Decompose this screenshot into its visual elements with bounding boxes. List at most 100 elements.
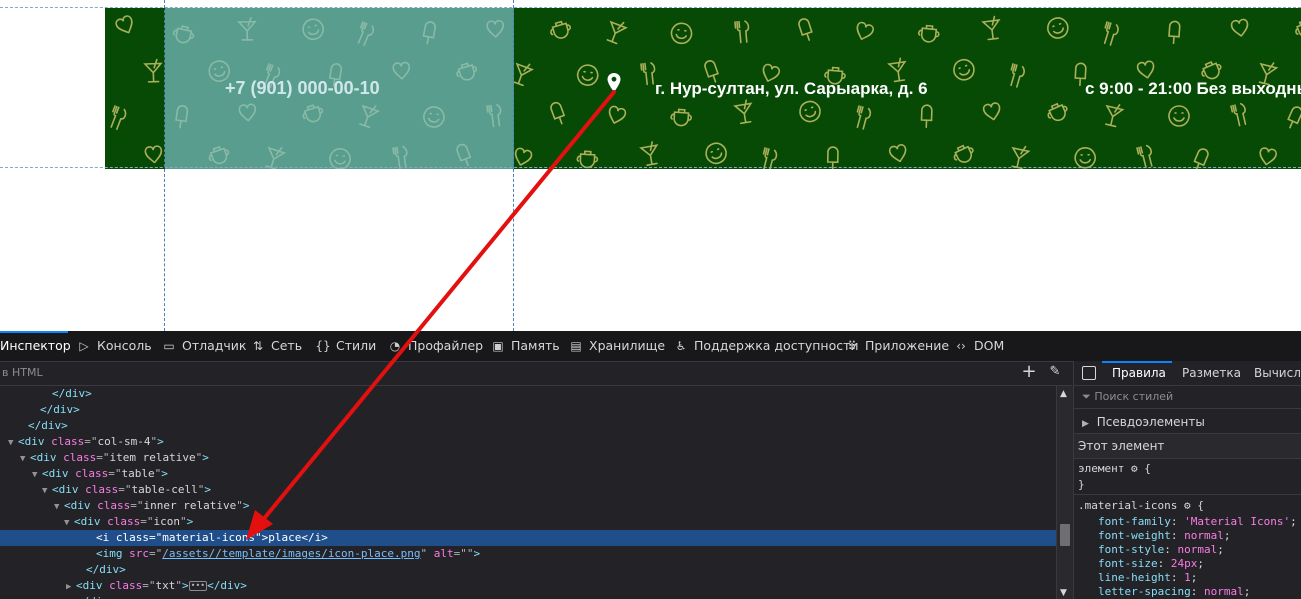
markup-scrollbar[interactable]: ▲ ▼ — [1056, 386, 1073, 599]
markup-row[interactable]: ▼ <div class="table-cell"> — [0, 482, 1056, 498]
add-node-button[interactable]: + — [1020, 363, 1038, 381]
css-declaration[interactable]: line-height: 1; — [1098, 571, 1301, 584]
semicolon: ; — [1223, 529, 1231, 542]
markup-row[interactable]: ▼ <div class="icon"> — [0, 514, 1056, 530]
guide-line-right — [513, 0, 514, 331]
quote: =" — [118, 483, 132, 496]
application-icon: ⠿ — [847, 339, 857, 353]
css-value[interactable]: normal — [1177, 543, 1217, 556]
css-value[interactable]: normal — [1184, 529, 1224, 542]
tab-console[interactable]: ▷ Консоль — [76, 331, 151, 361]
css-property[interactable]: line-height — [1098, 571, 1171, 584]
css-property[interactable]: font-style — [1098, 543, 1164, 556]
tab-profiler[interactable]: ◔ Профайлер — [387, 331, 483, 361]
tab-application[interactable]: ⠿ Приложение — [844, 331, 949, 361]
smiley-icon — [799, 100, 821, 123]
markup-row[interactable]: ▼ <div class="item relative"> — [0, 450, 1056, 466]
tag-bracket: </ — [40, 403, 54, 416]
css-value[interactable]: 24px — [1171, 557, 1198, 570]
css-declaration[interactable]: font-family: 'Material Icons'; — [1098, 515, 1301, 528]
css-declaration[interactable]: font-weight: normal; — [1098, 529, 1301, 542]
css-declaration[interactable]: letter-spacing: normal; — [1098, 585, 1301, 598]
markup-row[interactable]: <img src="/assets//template/images/icon-… — [0, 546, 1056, 562]
layout-toggle-icon[interactable] — [1082, 366, 1096, 380]
expand-arrow-icon[interactable]: ▶ — [66, 579, 76, 595]
css-declaration[interactable]: font-size: 24px; — [1098, 557, 1301, 570]
gear-icon[interactable]: ⚙ — [1131, 462, 1138, 475]
tab-storage[interactable]: ▤ Хранилище — [568, 331, 665, 361]
tab-dom[interactable]: ‹› DOM — [953, 331, 1004, 361]
markup-row[interactable]: </div> — [0, 386, 1056, 402]
sidebar-tab-layout[interactable]: Разметка — [1182, 361, 1241, 385]
markup-row[interactable]: ▼ <div class="col-sm-4"> — [0, 434, 1056, 450]
tag-name: div — [48, 467, 69, 480]
sidebar-tab-rules[interactable]: Правила — [1102, 361, 1172, 385]
attribute-name: class — [115, 531, 149, 544]
devtools-panel: Инспектор ▷ Консоль ▭ Отладчик ⇅ Сеть {} Сти… — [0, 331, 1301, 599]
eyedropper-icon[interactable]: ✎ — [1046, 364, 1064, 382]
selected-node-row[interactable]: <i class="material-icons">place</i> — [0, 530, 1056, 546]
collapse-arrow-icon[interactable]: ▼ — [64, 515, 74, 531]
ellipsis-badge[interactable]: ••• — [188, 581, 208, 591]
tag-bracket: > — [204, 483, 211, 496]
collapse-arrow-icon[interactable]: ▼ — [8, 435, 18, 451]
heart-icon — [115, 15, 133, 34]
tab-accessibility[interactable]: ♿ Поддержка доступности — [673, 331, 859, 361]
ice-cream-icon — [826, 146, 839, 169]
pseudo-elements-toggle[interactable]: ▶ Псевдоэлементы — [1074, 411, 1301, 434]
element-rule-close: } — [1078, 478, 1085, 491]
collapse-arrow-icon[interactable]: ▼ — [20, 451, 30, 467]
attribute-name: class — [109, 579, 143, 592]
semicolon: ; — [1217, 543, 1224, 556]
attribute-value: inner relative — [143, 499, 237, 512]
css-value[interactable]: 1 — [1184, 571, 1191, 584]
collapse-arrow-icon[interactable]: ▼ — [42, 483, 52, 499]
markup-row[interactable]: </div> — [0, 418, 1056, 434]
colon: : — [1170, 571, 1185, 584]
markup-row[interactable]: </div> — [0, 402, 1056, 418]
css-property[interactable]: font-size — [1098, 557, 1158, 570]
style-search-input[interactable]: Поиск стилей — [1094, 390, 1173, 403]
collapse-arrow-icon[interactable]: ▼ — [54, 499, 64, 515]
scroll-down-icon[interactable]: ▼ — [1060, 588, 1067, 598]
markup-row[interactable]: ▼ <div class="table"> — [0, 466, 1056, 482]
css-property[interactable]: font-family — [1098, 515, 1171, 528]
class-rule-selector[interactable]: .material-icons — [1078, 499, 1177, 512]
tab-label: Сеть — [271, 338, 303, 353]
scroll-up-icon[interactable]: ▲ — [1060, 389, 1067, 399]
memory-icon: ▣ — [492, 339, 504, 353]
markup-row[interactable]: </div> — [0, 562, 1056, 578]
markup-row[interactable]: </div> — [0, 594, 1056, 599]
attribute-name: class — [75, 467, 109, 480]
css-value[interactable]: normal — [1204, 585, 1244, 598]
tab-debugger[interactable]: ▭ Отладчик — [161, 331, 246, 361]
markup-row[interactable]: ▼ <div class="inner relative"> — [0, 498, 1056, 514]
sidebar-tab-computed[interactable]: Вычисле — [1254, 361, 1301, 385]
tag-name: div — [36, 451, 57, 464]
css-declaration[interactable]: font-style: normal; — [1098, 543, 1301, 556]
gear-icon[interactable]: ⚙ — [1184, 499, 1191, 512]
html-search-input[interactable]: в HTML — [2, 366, 43, 379]
scroll-thumb[interactable] — [1060, 524, 1070, 546]
tab-inspector[interactable]: Инспектор — [0, 331, 71, 361]
tab-network[interactable]: ⇅ Сеть — [250, 331, 302, 361]
storage-icon: ▤ — [570, 339, 582, 353]
element-rule: элемент ⚙ { — [1078, 462, 1151, 475]
tag-bracket: < — [42, 467, 49, 480]
teapot-icon — [550, 20, 572, 39]
tab-memory[interactable]: ▣ Память — [490, 331, 559, 361]
cocktail-icon — [639, 141, 659, 167]
css-property[interactable]: font-weight — [1098, 529, 1171, 542]
markup-row[interactable]: ▶ <div class="txt"> ••• </div> — [0, 578, 1056, 594]
tab-style-editor[interactable]: {} Стили — [315, 331, 376, 361]
phone-number[interactable]: +7 (901) 000-00-10 — [225, 78, 380, 99]
css-property[interactable]: letter-spacing — [1098, 585, 1191, 598]
fork-knife-icon — [762, 147, 778, 169]
tag-bracket: > — [119, 563, 126, 576]
guide-line-top — [0, 7, 1301, 8]
collapse-arrow-icon[interactable]: ▼ — [32, 467, 42, 483]
devtools-toolbar: Инспектор ▷ Консоль ▭ Отладчик ⇅ Сеть {} Сти… — [0, 331, 1301, 362]
css-value[interactable]: 'Material Icons' — [1184, 515, 1290, 528]
tag-name: div — [53, 403, 74, 416]
